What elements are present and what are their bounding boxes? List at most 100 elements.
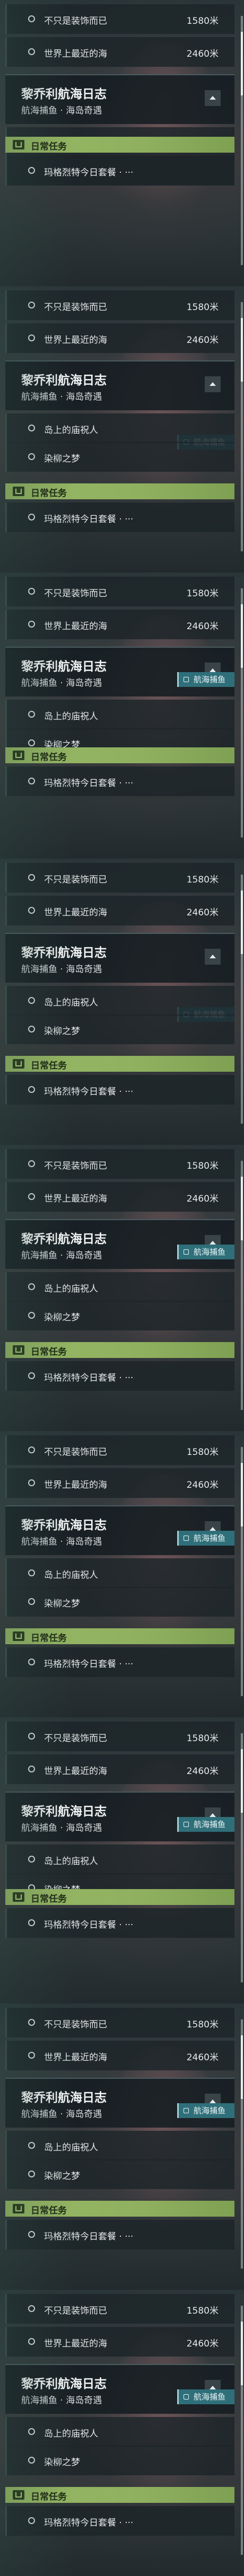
objective-distance: 1580米	[186, 1733, 219, 1744]
daily-task-header[interactable]: 日常任务	[5, 1889, 234, 1905]
objective-row[interactable]: 世界上最近的海 2460米	[5, 323, 234, 353]
daily-task-row[interactable]: 玛格烈特今日套餐 · ···	[5, 766, 234, 796]
sub-objective-row[interactable]: 岛上的庙祝人	[5, 413, 234, 443]
objective-label: 不只是装饰而已	[44, 302, 107, 313]
daily-task-header[interactable]: 日常任务	[5, 137, 234, 153]
sub-objective-row[interactable]: 岛上的庙祝人	[5, 2131, 234, 2160]
collapse-arrow-icon[interactable]	[205, 949, 221, 965]
scrollbar-thumb[interactable]	[241, 1463, 243, 1527]
scrollbar-thumb[interactable]	[241, 318, 243, 382]
objective-circle-icon	[28, 1312, 35, 1319]
tracker-frame: 不只是装饰而已 1580米 世界上最近的海 2460米黎乔利航海日志 航海捕鱼 · 海岛…	[0, 572, 244, 859]
objective-row[interactable]: 不只是装饰而已 1580米	[5, 2294, 234, 2324]
objective-circle-icon	[28, 588, 35, 595]
objective-circle-icon	[28, 514, 35, 521]
quest-header[interactable]: 黎乔利航海日志 航海捕鱼 · 海岛奇遇	[5, 1505, 234, 1555]
sub-objective-row[interactable]: 岛上的庙祝人	[5, 986, 234, 1016]
daily-task-item: 玛格烈特今日套餐 · ···	[44, 167, 134, 178]
quest-header[interactable]: 黎乔利航海日志 航海捕鱼 · 海岛奇遇	[5, 2364, 234, 2414]
objective-row[interactable]: 世界上最近的海 2460米	[5, 2327, 234, 2357]
objective-distance: 1580米	[186, 302, 219, 313]
objective-row[interactable]: 世界上最近的海 2460米	[5, 1468, 234, 1498]
objective-row[interactable]: 世界上最近的海 2460米	[5, 896, 234, 925]
objective-row[interactable]: 世界上最近的海 2460米	[5, 2041, 234, 2070]
objective-distance: 1580米	[186, 2306, 219, 2316]
sub-objective-row[interactable]: 染柳之梦	[5, 2159, 234, 2189]
scrollbar-thumb[interactable]	[241, 2035, 243, 2099]
sub-objective-row[interactable]: 染柳之梦	[5, 1014, 234, 1044]
quest-tracker-panel: 不只是装饰而已 1580米 世界上最近的海 2460米黎乔利航海日志 航海捕鱼 · 海岛…	[5, 863, 234, 1141]
objective-distance: 2460米	[186, 1194, 219, 1204]
objective-row[interactable]: 不只是装饰而已 1580米	[5, 2008, 234, 2037]
quest-header[interactable]: 黎乔利航海日志 航海捕鱼 · 海岛奇遇	[5, 647, 234, 696]
objective-row[interactable]: 不只是装饰而已 1580米	[5, 1722, 234, 1751]
daily-task-label: 日常任务	[31, 752, 67, 763]
quest-header[interactable]: 黎乔利航海日志 航海捕鱼 · 海岛奇遇	[5, 1219, 234, 1269]
sub-objective-row[interactable]: 岛上的庙祝人	[5, 700, 234, 729]
daily-task-row[interactable]: 玛格烈特今日套餐 · ···	[5, 1908, 234, 1938]
quest-tracker-panel: 不只是装饰而已 1580米 世界上最近的海 2460米黎乔利航海日志 航海捕鱼 · 海岛…	[5, 1149, 234, 1427]
sub-objective-row[interactable]: 岛上的庙祝人	[5, 2417, 234, 2447]
daily-task-header[interactable]: 日常任务	[5, 1342, 234, 1358]
sub-objective-row[interactable]: 岛上的庙祝人	[5, 1272, 234, 1302]
daily-task-row[interactable]: 玛格烈特今日套餐 · ···	[5, 156, 234, 186]
objective-circle-icon	[28, 1766, 35, 1772]
daily-task-row[interactable]: 玛格烈特今日套餐 · ···	[5, 1075, 234, 1105]
objective-row[interactable]: 不只是装饰而已 1580米	[5, 577, 234, 606]
objective-label: 不只是装饰而已	[44, 2306, 107, 2316]
objective-row[interactable]: 不只是装饰而已 1580米	[5, 1435, 234, 1465]
objective-row[interactable]: 世界上最近的海 2460米	[5, 1182, 234, 1212]
daily-task-header[interactable]: 日常任务	[5, 1056, 234, 1072]
sub-objective-row[interactable]: 染柳之梦	[5, 442, 234, 472]
objective-row[interactable]: 不只是装饰而已 1580米	[5, 863, 234, 893]
daily-task-row[interactable]: 玛格烈特今日套餐 · ···	[5, 2506, 234, 2536]
objective-circle-icon	[28, 907, 35, 914]
scrollbar-thumb[interactable]	[241, 2322, 243, 2385]
sub-objective-label: 染柳之梦	[44, 2171, 80, 2182]
quest-title: 黎乔利航海日志	[21, 2377, 107, 2391]
quest-title: 黎乔利航海日志	[21, 1805, 107, 1819]
collapse-arrow-icon[interactable]	[205, 90, 221, 106]
scrollbar-thumb[interactable]	[241, 1749, 243, 1813]
quest-header[interactable]: 黎乔利航海日志 航海捕鱼 · 海岛奇遇	[5, 74, 234, 124]
objective-row[interactable]: 世界上最近的海 2460米	[5, 610, 234, 639]
scrollbar-thumb[interactable]	[241, 32, 243, 95]
daily-task-row[interactable]: 玛格烈特今日套餐 · ···	[5, 1361, 234, 1391]
daily-task-row[interactable]: 玛格烈特今日套餐 · ···	[5, 502, 234, 532]
quest-header[interactable]: 黎乔利航海日志 航海捕鱼 · 海岛奇遇	[5, 933, 234, 983]
collapse-arrow-icon[interactable]	[205, 376, 221, 392]
objective-circle-icon	[28, 302, 35, 308]
objective-row[interactable]: 不只是装饰而已 1580米	[5, 290, 234, 320]
sub-objective-row[interactable]: 岛上的庙祝人	[5, 1558, 234, 1588]
daily-task-row[interactable]: 玛格烈特今日套餐 · ···	[5, 1647, 234, 1677]
tag-icon	[184, 1536, 189, 1541]
daily-task-header[interactable]: 日常任务	[5, 747, 234, 763]
objective-circle-icon	[28, 2338, 35, 2345]
objective-row[interactable]: 世界上最近的海 2460米	[5, 37, 234, 67]
daily-task-header[interactable]: 日常任务	[5, 2201, 234, 2217]
sub-objective-label: 岛上的庙祝人	[44, 998, 98, 1008]
scrollbar-thumb[interactable]	[241, 890, 243, 954]
daily-task-header[interactable]: 日常任务	[5, 1628, 234, 1644]
objective-circle-icon	[28, 739, 35, 746]
objective-row[interactable]: 世界上最近的海 2460米	[5, 1754, 234, 1784]
quest-header[interactable]: 黎乔利航海日志 航海捕鱼 · 海岛奇遇	[5, 2078, 234, 2128]
objective-circle-icon	[28, 1086, 35, 1093]
scrollbar-thumb[interactable]	[241, 604, 243, 668]
sub-objective-row[interactable]: 染柳之梦	[5, 1587, 234, 1617]
quest-header[interactable]: 黎乔利航海日志 航海捕鱼 · 海岛奇遇	[5, 360, 234, 410]
daily-task-header[interactable]: 日常任务	[5, 483, 234, 499]
scrollbar-thumb[interactable]	[241, 1177, 243, 1240]
tracker-frame: 不只是装饰而已 1580米世界上最近的海 2460米黎乔利航海日志 航海捕鱼 · 海岛…	[0, 2290, 244, 2576]
objective-row[interactable]: 不只是装饰而已 1580米	[5, 1149, 234, 1179]
sub-objective-row[interactable]: 染柳之梦	[5, 1301, 234, 1330]
sub-objective-row[interactable]: 染柳之梦	[5, 2446, 234, 2475]
quest-header[interactable]: 黎乔利航海日志 航海捕鱼 · 海岛奇遇	[5, 1792, 234, 1841]
objective-row[interactable]: 不只是装饰而已 1580米	[5, 4, 234, 34]
daily-task-header[interactable]: 日常任务	[5, 2487, 234, 2503]
sub-objective-label: 染柳之梦	[44, 1312, 80, 1323]
sub-objective-row[interactable]: 岛上的庙祝人	[5, 1845, 234, 1874]
quest-category-tag: 航海捕鱼	[177, 1817, 234, 1832]
objective-circle-icon	[28, 1026, 35, 1033]
daily-task-row[interactable]: 玛格烈特今日套餐 · ···	[5, 2220, 234, 2249]
